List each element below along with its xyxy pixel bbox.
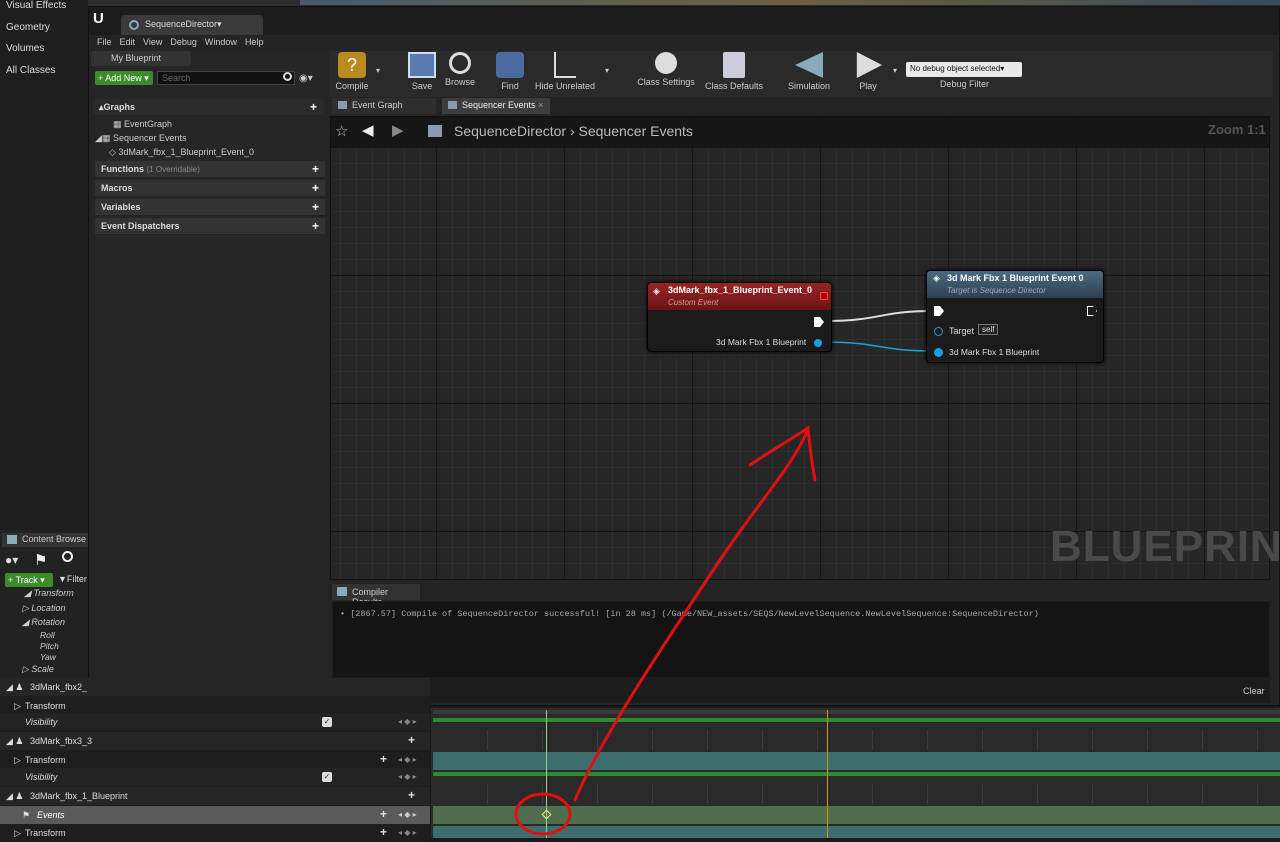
annotation-overlay [514,425,817,836]
annotation-arrow [573,428,810,802]
annotation-circle [514,792,572,836]
